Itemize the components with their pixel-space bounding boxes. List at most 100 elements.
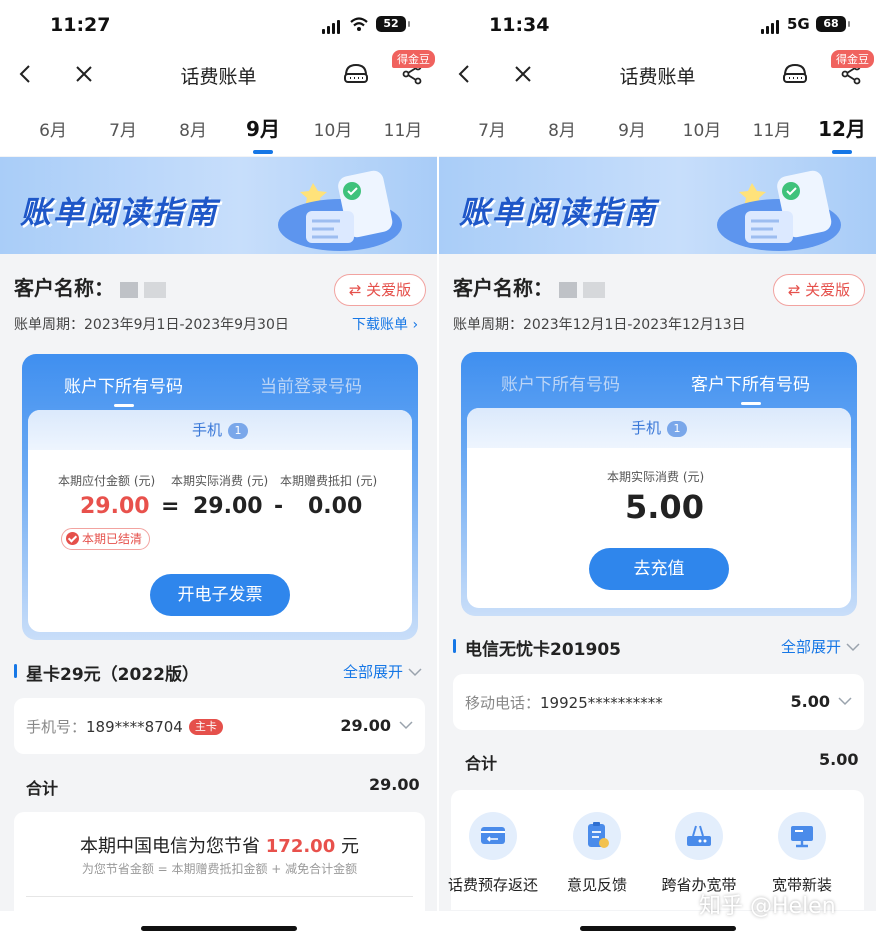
tab-current-number[interactable]: 当前登录号码 bbox=[260, 372, 362, 397]
issue-invoice-button[interactable]: 开电子发票 bbox=[150, 574, 290, 616]
tab-account-numbers[interactable]: 账户下所有号码 bbox=[501, 370, 620, 395]
chevron-down-icon bbox=[399, 721, 413, 730]
customer-name: 客户名称： bbox=[14, 272, 166, 301]
tab-month[interactable]: 11月 bbox=[373, 116, 433, 141]
cellular-signal-icon bbox=[761, 20, 779, 34]
service-cross-province-broadband[interactable]: 跨省办宽带 bbox=[649, 812, 749, 895]
tab-account-numbers[interactable]: 账户下所有号码 bbox=[64, 372, 183, 407]
phone-count-badge: 1 bbox=[228, 423, 248, 439]
month-tabs: 6月 7月 8月 9月 10月 11月 bbox=[0, 110, 437, 154]
total-label: 合计 bbox=[465, 754, 498, 773]
service-label: 意见反馈 bbox=[566, 876, 627, 894]
phone-count-label: 手机 bbox=[191, 421, 222, 439]
status-time: 11:34 bbox=[489, 14, 550, 36]
service-prepay-refund[interactable]: 话费预存返还 bbox=[443, 812, 543, 895]
tab-month-active[interactable]: 9月 bbox=[233, 113, 293, 154]
bill-period: 账单周期：2023年12月1日-2023年12月13日 bbox=[453, 317, 746, 333]
bill-guide-banner[interactable]: 账单阅读指南 bbox=[439, 157, 876, 254]
service-feedback[interactable]: 意见反馈 bbox=[547, 812, 647, 895]
line-amount: 29.00 bbox=[340, 716, 391, 735]
monitor-icon bbox=[778, 812, 826, 860]
actual-spend-label: 本期实际消费 (元) bbox=[171, 474, 269, 488]
settled-badge: 本期已结清 bbox=[61, 528, 151, 550]
line-amount: 5.00 bbox=[790, 692, 830, 711]
line-label: 手机号：189****8704 主卡 bbox=[26, 716, 223, 737]
expand-all-text: 全部展开 bbox=[781, 638, 842, 656]
status-bar: 11:34 5G 68 bbox=[439, 0, 876, 50]
recharge-button[interactable]: 去充值 bbox=[589, 548, 729, 590]
line-item-row[interactable]: 移动电话：19925********** 5.00 bbox=[453, 674, 864, 730]
line-number: 189****8704 bbox=[86, 718, 183, 736]
tab-month[interactable]: 8月 bbox=[532, 116, 592, 141]
customer-service-icon[interactable] bbox=[342, 60, 370, 88]
masked-name bbox=[559, 281, 577, 298]
amount-due-value: 29.00 bbox=[80, 494, 150, 519]
status-bar: 11:27 52 bbox=[0, 0, 437, 50]
bill-summary-card: 账户下所有号码 当前登录号码 手机 1 本期应付金额 (元) 29.00 = 本期… bbox=[22, 354, 418, 640]
cellular-signal-icon bbox=[322, 20, 340, 34]
tab-month[interactable]: 8月 bbox=[163, 116, 223, 141]
service-new-broadband[interactable]: 宽带新装 bbox=[752, 812, 852, 895]
plan-title: 电信无忧卡201905 bbox=[453, 635, 621, 660]
tab-month[interactable]: 11月 bbox=[742, 116, 802, 141]
bill-illustration-icon bbox=[717, 170, 841, 251]
number-scope-tabs: 账户下所有号码 客户下所有号码 bbox=[461, 352, 857, 408]
watermark: 知乎 @Helen bbox=[699, 894, 836, 919]
tab-customer-numbers[interactable]: 客户下所有号码 bbox=[691, 370, 810, 405]
network-type: 5G bbox=[787, 15, 810, 33]
masked-name bbox=[120, 281, 138, 298]
amount-due-label: 本期应付金额 (元) bbox=[58, 474, 156, 488]
tab-month[interactable]: 6月 bbox=[23, 116, 83, 141]
bill-summary-card: 账户下所有号码 客户下所有号码 手机 1 本期实际消费 (元) 5.00 去充值 bbox=[461, 352, 857, 616]
tab-month[interactable]: 7月 bbox=[462, 116, 522, 141]
header-area: 11:34 5G 68 话费账单 得金豆 7月 8月 9月 10月 11月 12… bbox=[439, 0, 876, 156]
savings-amount: 172.00 bbox=[265, 836, 336, 857]
check-icon bbox=[66, 532, 79, 545]
tab-month[interactable]: 10月 bbox=[303, 116, 363, 141]
actual-spend-value: 5.00 bbox=[625, 488, 704, 526]
primary-card-badge: 主卡 bbox=[188, 719, 223, 735]
plan-title: 星卡29元（2022版） bbox=[14, 660, 199, 685]
settled-text: 本期已结清 bbox=[82, 532, 143, 546]
line-number: 19925********** bbox=[540, 694, 663, 712]
care-mode-button[interactable]: ⇄ 关爱版 bbox=[334, 274, 426, 306]
service-label: 话费预存返还 bbox=[447, 876, 538, 894]
actual-spend-value: 29.00 bbox=[193, 494, 263, 519]
tab-month[interactable]: 7月 bbox=[93, 116, 153, 141]
tab-month[interactable]: 9月 bbox=[602, 116, 662, 141]
bill-guide-banner[interactable]: 账单阅读指南 bbox=[0, 157, 437, 254]
feedback-clipboard-icon bbox=[573, 812, 621, 860]
left-screenshot: 11:27 52 话费账单 得金豆 6月 7月 8月 9月 10月 11月 账单… bbox=[0, 0, 437, 937]
phone-count-label: 手机 bbox=[630, 419, 661, 437]
bill-amounts-panel: 手机 1 本期实际消费 (元) 5.00 去充值 bbox=[467, 408, 851, 608]
battery-icon: 52 bbox=[376, 16, 410, 32]
tab-month-active[interactable]: 12月 bbox=[812, 113, 872, 154]
expand-all-text: 全部展开 bbox=[343, 663, 404, 681]
customer-service-icon[interactable] bbox=[781, 60, 809, 88]
phone-count-badge: 1 bbox=[667, 421, 687, 437]
home-indicator[interactable] bbox=[140, 926, 297, 931]
divider bbox=[26, 896, 413, 897]
home-indicator[interactable] bbox=[579, 926, 736, 931]
savings-prefix: 本期中国电信为您节省 bbox=[80, 836, 261, 857]
reward-badge[interactable]: 得金豆 bbox=[392, 50, 435, 68]
care-mode-button[interactable]: ⇄ 关爱版 bbox=[773, 274, 865, 306]
phone-count-header: 手机 1 bbox=[467, 408, 851, 448]
wifi-icon bbox=[350, 17, 368, 31]
banner-title: 账单阅读指南 bbox=[20, 195, 218, 231]
month-tabs: 7月 8月 9月 10月 11月 12月 bbox=[439, 110, 876, 154]
customer-name: 客户名称： bbox=[453, 272, 605, 301]
reward-badge[interactable]: 得金豆 bbox=[831, 50, 874, 68]
line-item-row[interactable]: 手机号：189****8704 主卡 29.00 bbox=[14, 698, 425, 754]
expand-all-link[interactable]: 全部展开 bbox=[343, 661, 422, 682]
tab-month[interactable]: 10月 bbox=[672, 116, 732, 141]
expand-all-link[interactable]: 全部展开 bbox=[781, 636, 860, 657]
page-title: 话费账单 bbox=[180, 66, 257, 88]
masked-name bbox=[144, 281, 166, 298]
line-label: 移动电话：19925********** bbox=[465, 692, 663, 713]
download-bill-link[interactable]: 下载账单 › bbox=[352, 314, 418, 334]
actual-spend-label: 本期实际消费 (元) bbox=[607, 470, 705, 484]
chevron-down-icon bbox=[408, 668, 422, 677]
page-title: 话费账单 bbox=[619, 66, 696, 88]
savings-formula: 为您节省金额 = 本期赠费抵扣金额 + 减免合计金额 bbox=[81, 862, 358, 876]
